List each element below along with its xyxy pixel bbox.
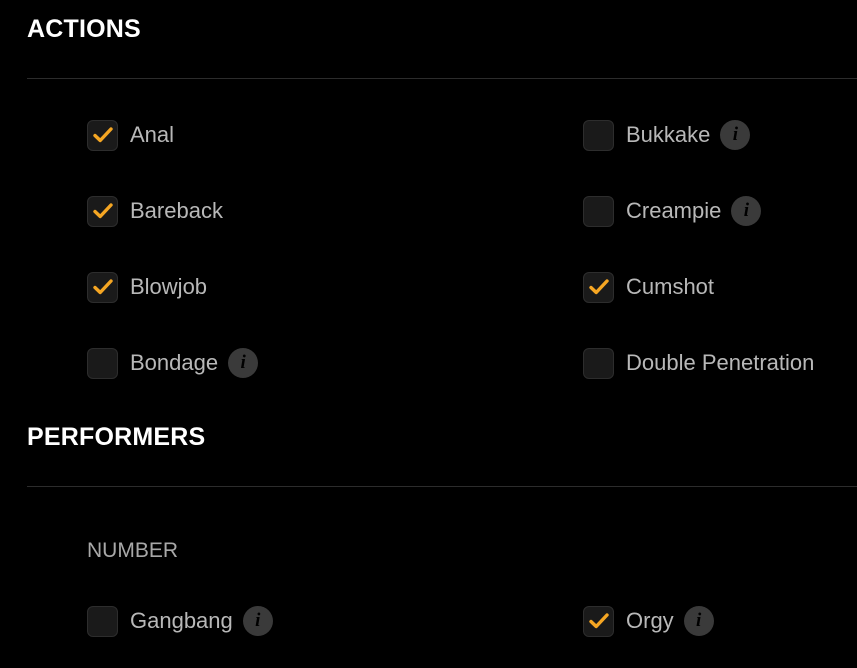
info-icon[interactable]: i [720,120,751,150]
info-icon[interactable]: i [228,348,259,378]
info-icon[interactable]: i [683,606,714,636]
option-anal[interactable]: Anal [87,118,174,152]
blowjob-label: Blowjob [130,274,208,299]
option-blowjob[interactable]: Blowjob [87,270,207,304]
double-penetration-label: Double Penetration [626,350,815,375]
option-bukkake[interactable]: Bukkake i [583,118,751,152]
gangbang-label: Gangbang [130,608,233,633]
check-icon [92,203,113,219]
bareback-label: Bareback [130,198,223,223]
option-cumshot[interactable]: Cumshot [583,270,714,304]
cumshot-label: Cumshot [626,274,715,299]
option-gangbang[interactable]: Gangbang i [87,604,273,638]
gangbang-checkbox[interactable] [87,605,118,637]
orgy-checkbox[interactable] [583,605,614,637]
actions-divider [27,78,857,79]
check-icon [588,613,609,629]
cumshot-checkbox[interactable] [583,271,614,303]
bondage-checkbox[interactable] [87,347,118,379]
option-bondage[interactable]: Bondage i [87,346,259,380]
bondage-label: Bondage [130,350,219,375]
info-icon[interactable]: i [731,196,762,226]
option-creampie[interactable]: Creampie i [583,194,762,228]
creampie-checkbox[interactable] [583,195,614,227]
anal-checkbox[interactable] [87,119,118,151]
actions-title: ACTIONS [27,15,141,43]
bareback-checkbox[interactable] [87,195,118,227]
check-icon [92,127,113,143]
check-icon [92,279,113,295]
option-double-penetration[interactable]: Double Penetration [583,346,814,380]
option-orgy[interactable]: Orgy i [583,604,714,638]
check-icon [588,279,609,295]
anal-label: Anal [130,122,175,147]
creampie-label: Creampie [626,198,722,223]
number-heading: NUMBER [87,539,179,562]
bukkake-checkbox[interactable] [583,119,614,151]
performers-divider [27,486,857,487]
blowjob-checkbox[interactable] [87,271,118,303]
double-penetration-checkbox[interactable] [583,347,614,379]
bukkake-label: Bukkake [626,122,711,147]
info-icon[interactable]: i [242,606,273,636]
option-bareback[interactable]: Bareback [87,194,223,228]
orgy-label: Orgy [626,608,674,633]
performers-title: PERFORMERS [27,423,206,451]
